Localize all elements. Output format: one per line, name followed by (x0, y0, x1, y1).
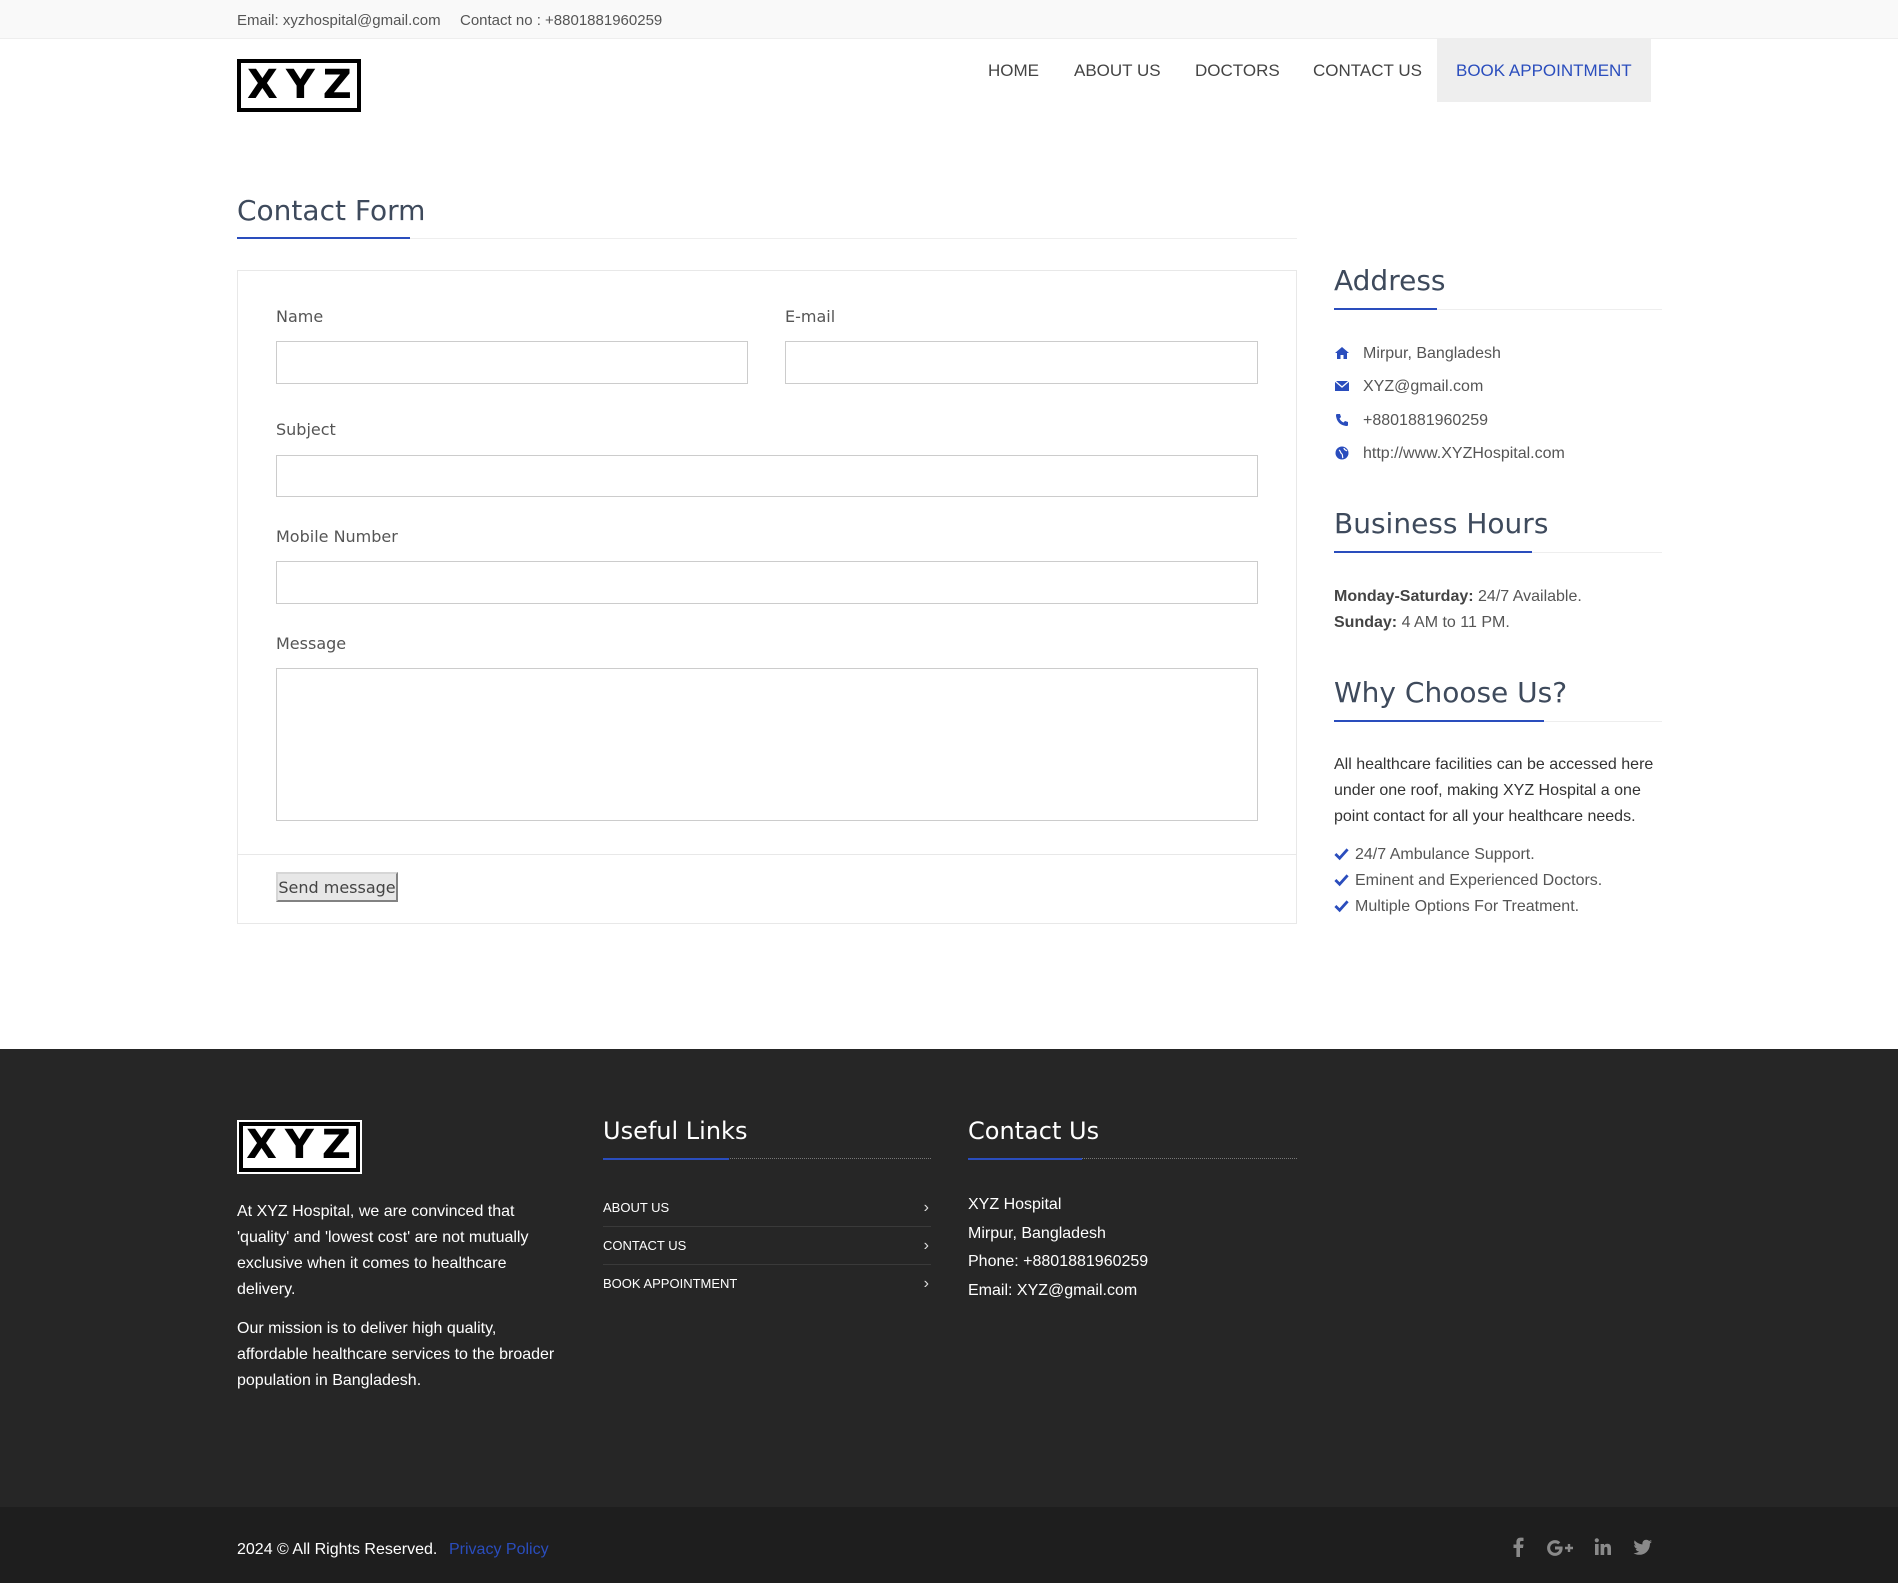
hours-weekday: Monday-Saturday: 24/7 Available. (1334, 588, 1582, 606)
hours-sunday: Sunday: 4 AM to 11 PM. (1334, 614, 1510, 632)
subject-label: Subject (276, 420, 336, 439)
check-icon (1334, 846, 1349, 866)
footer-contact-email: Email: XYZ@gmail.com (968, 1282, 1138, 1299)
header: XYZ HOME ABOUT US DOCTORS CONTACT US BOO… (0, 39, 1898, 139)
home-icon (1334, 345, 1350, 361)
logo[interactable]: XYZ (237, 59, 361, 112)
address-underline (1334, 308, 1437, 310)
topbar-email: Email: xyzhospital@gmail.com (237, 12, 441, 29)
footer-about-paragraph: At XYZ Hospital, we are convinced that '… (237, 1203, 529, 1298)
footer-link-label: BOOK APPOINTMENT (603, 1276, 738, 1291)
form-divider (238, 854, 1296, 855)
nav-doctors[interactable]: DOCTORS (1195, 39, 1280, 102)
topbar-contact: Contact no : +8801881960259 (460, 12, 663, 29)
footer-logo[interactable]: XYZ (237, 1120, 362, 1174)
address-email[interactable]: XYZ@gmail.com (1363, 378, 1483, 396)
address-phone: +8801881960259 (1363, 412, 1489, 429)
subject-input[interactable] (276, 455, 1258, 497)
footer-contact-phone: Phone: +8801881960259 (968, 1253, 1149, 1270)
chevron-right-icon: › (923, 1237, 929, 1254)
copyright: 2024 © All Rights Reserved. (237, 1541, 438, 1558)
hours-sunday-label: Sunday: (1334, 614, 1398, 631)
footer-contact-location: Mirpur, Bangladesh (968, 1225, 1106, 1242)
email-input[interactable] (785, 341, 1258, 384)
bottom-bar: 2024 © All Rights Reserved. Privacy Poli… (0, 1507, 1898, 1583)
footer-link-book-appointment[interactable]: BOOK APPOINTMENT › (603, 1265, 931, 1303)
title-underline (237, 237, 410, 239)
nav-about-us[interactable]: ABOUT US (1074, 39, 1161, 102)
nav-home[interactable]: HOME (988, 39, 1039, 102)
useful-links-title: Useful Links (603, 1117, 748, 1145)
contact-form-title: Contact Form (237, 194, 426, 227)
contact-form: Name E-mail Subject Mobile Number Messag… (237, 270, 1297, 924)
chevron-right-icon: › (923, 1199, 929, 1216)
twitter-icon[interactable] (1633, 1537, 1653, 1563)
mobile-label: Mobile Number (276, 527, 398, 546)
message-label: Message (276, 634, 347, 653)
name-input[interactable] (276, 341, 748, 384)
facebook-icon[interactable] (1512, 1537, 1524, 1563)
privacy-policy-link[interactable]: Privacy Policy (449, 1541, 549, 1559)
mobile-input[interactable] (276, 561, 1258, 604)
hours-underline (1334, 551, 1532, 553)
top-bar: Email: xyzhospital@gmail.com Contact no … (0, 0, 1898, 39)
nav-book-appointment[interactable]: BOOK APPOINTMENT (1437, 39, 1651, 102)
why-item: Eminent and Experienced Doctors. (1355, 872, 1603, 889)
google-plus-icon[interactable] (1546, 1538, 1574, 1564)
footer-mission-paragraph: Our mission is to deliver high quality, … (237, 1320, 555, 1389)
why-choose-title: Why Choose Us? (1334, 676, 1568, 709)
hours-weekday-value: 24/7 Available. (1473, 588, 1582, 605)
why-item: Multiple Options For Treatment. (1355, 898, 1580, 915)
why-underline (1334, 720, 1544, 722)
globe-icon (1334, 445, 1350, 461)
check-icon (1334, 898, 1349, 918)
nav-contact-us[interactable]: CONTACT US (1313, 39, 1422, 102)
address-location: Mirpur, Bangladesh (1363, 345, 1501, 362)
address-title: Address (1334, 264, 1446, 297)
email-label: E-mail (785, 307, 836, 326)
footer-link-about-us[interactable]: ABOUT US › (603, 1189, 931, 1227)
footer-link-label: ABOUT US (603, 1200, 670, 1215)
send-message-button[interactable]: Send message (276, 872, 398, 902)
envelope-icon (1334, 378, 1350, 394)
address-website[interactable]: http://www.XYZHospital.com (1363, 445, 1565, 463)
footer-contact-underline (968, 1158, 1082, 1160)
phone-icon (1334, 412, 1350, 428)
footer-contact-title: Contact Us (968, 1117, 1100, 1145)
linkedin-icon[interactable] (1594, 1537, 1612, 1563)
why-item: 24/7 Ambulance Support. (1355, 846, 1535, 863)
hours-weekday-label: Monday-Saturday: (1334, 588, 1474, 605)
footer-contact-name: XYZ Hospital (968, 1196, 1062, 1213)
business-hours-title: Business Hours (1334, 507, 1549, 540)
hours-sunday-value: 4 AM to 11 PM. (1397, 614, 1510, 631)
footer-link-label: CONTACT US (603, 1238, 687, 1253)
chevron-right-icon: › (923, 1275, 929, 1292)
name-label: Name (276, 307, 324, 326)
message-textarea[interactable] (276, 668, 1258, 821)
check-icon (1334, 872, 1349, 892)
footer-link-contact-us[interactable]: CONTACT US › (603, 1227, 931, 1265)
useful-links-underline (603, 1158, 729, 1160)
why-paragraph: All healthcare facilities can be accesse… (1334, 756, 1654, 825)
